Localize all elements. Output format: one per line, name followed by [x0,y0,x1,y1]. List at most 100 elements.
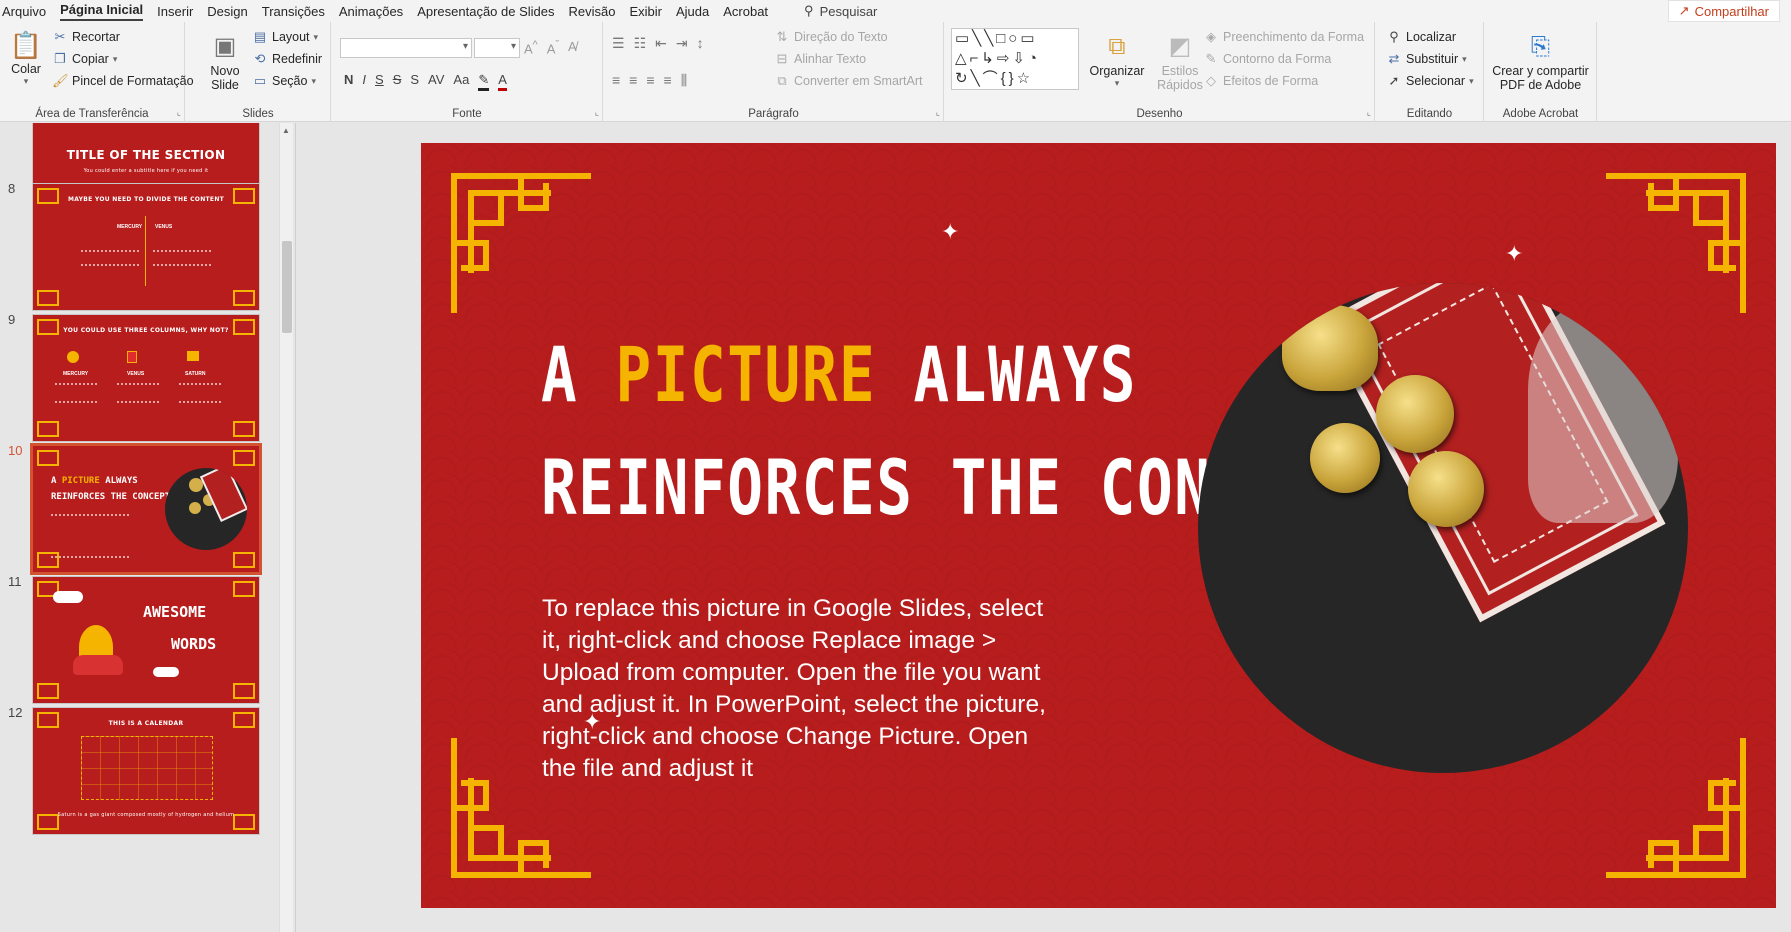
shape-outline-label: Contorno da Forma [1223,52,1332,66]
replace-button[interactable]: ⇄ Substituir ▾ [1386,51,1467,67]
shapes-gallery[interactable]: ▭╲╲□○▭ △⌐↳⇨⇩◔ ↻╲⌒{}☆ [951,28,1079,90]
tab-acrobat[interactable]: Acrobat [723,4,782,19]
text-placeholder [117,383,159,403]
dialog-launcher-icon[interactable]: ⌞ [936,107,940,118]
group-font: A^ Aˇ A̸ N I S S S AV Aa ✎ A Fonte ⌞ [332,22,603,122]
bullets-icon[interactable]: ☰ [612,35,625,52]
strikethrough-button[interactable]: S [393,72,402,91]
case-button[interactable]: Aa [453,72,469,91]
reset-button[interactable]: ⟲ Redefinir [252,51,322,67]
thumbnail-title: TITLE OF THE SECTION [66,148,226,162]
tab-transicoes[interactable]: Transições [262,4,339,19]
slide-thumbnail-9[interactable]: YOU COULD USE THREE COLUMNS, WHY NOT? ME… [32,314,260,442]
slide-thumbnail-11[interactable]: AWESOME WORDS [32,576,260,704]
align-text-button[interactable]: ⊟ Alinhar Texto [774,51,867,67]
slide-picture[interactable] [1198,283,1688,773]
smartart-button[interactable]: ⧉ Converter em SmartArt [774,73,922,89]
slide-thumbnail-8[interactable]: MAYBE YOU NEED TO DIVIDE THE CONTENT MER… [32,183,260,311]
spacing-button[interactable]: AV [428,72,444,91]
copy-button[interactable]: ❐ Copiar ▾ [52,51,117,67]
tab-revisao[interactable]: Revisão [569,4,630,19]
dialog-launcher-icon[interactable]: ⌞ [1367,107,1371,118]
ribbon: 📋 Colar ▾ ✂ Recortar ❐ Copiar ▾ 🖌 Pincel de … [0,22,1791,122]
corner-ornament-top-left [451,173,591,313]
group-paragraph: ☰ ☷ ⇤ ⇥ ↕ ≡ ≡ ≡ ≡ ⫼ ⇅ Direção do Texto ⊟ A… [604,22,944,122]
search-box[interactable]: ⚲ Pesquisar [804,3,877,19]
font-format-tools: N I S S S AV Aa ✎ A [344,72,507,91]
increase-indent-icon[interactable]: ⇥ [676,35,688,52]
text-direction-button[interactable]: ⇅ Direção do Texto [774,29,888,45]
align-center-icon[interactable]: ≡ [629,72,637,89]
decrease-indent-icon[interactable]: ⇤ [655,35,667,52]
new-slide-button[interactable]: ▣ Novo Slide [208,30,242,92]
shape-outline-button[interactable]: ✎ Contorno da Forma [1203,51,1332,67]
select-button[interactable]: ➚ Selecionar ▾ [1386,73,1474,89]
brush-icon: 🖌 [52,73,69,88]
sparkle-icon: ✦ [1505,241,1524,266]
tab-pagina-inicial[interactable]: Página Inicial [60,2,144,21]
tab-animacoes[interactable]: Animações [339,4,417,19]
slide-thumbnails-pane[interactable]: TITLE OF THE SECTION You could enter a s… [0,123,296,932]
clipboard-icon: 📋 [9,30,43,60]
highlight-icon[interactable]: ✎ [478,72,490,91]
shape-fill-button[interactable]: ◈ Preenchimento da Forma [1203,29,1364,45]
scroll-up-arrow-icon[interactable]: ▲ [282,126,290,135]
align-left-icon[interactable]: ≡ [612,72,620,89]
share-button[interactable]: ↗ Compartilhar [1667,0,1780,22]
dialog-launcher-icon[interactable]: ⌞ [595,107,599,118]
create-pdf-button[interactable]: ⎘ Crear y compartir PDF de Adobe [1485,30,1596,92]
cursor-icon: ➚ [1388,73,1400,88]
paste-button[interactable]: 📋 Colar ▾ [6,28,46,87]
slide-canvas[interactable]: ✦ ✦ ✦ ✦ A PICTURE ALWAYS REINFORCES THE … [421,143,1776,908]
layout-button[interactable]: ▤ Layout ▾ [252,29,318,45]
underline-button[interactable]: S [375,72,384,91]
grow-font-icon[interactable]: A^ [524,39,538,56]
columns-icon[interactable]: ⫼ [681,72,687,89]
numbering-icon[interactable]: ☷ [634,35,647,52]
gold-coin [1310,423,1380,493]
thumbnail-scrollbar[interactable]: ▲ [279,123,293,932]
slide-body-text[interactable]: To replace this picture in Google Slides… [542,593,1062,785]
shape-row-2: △⌐↳⇨⇩◔ [955,50,1041,67]
font-color-icon[interactable]: A [498,72,507,91]
slide-thumbnail-10[interactable]: A PICTURE ALWAYS REINFORCES THE CONCEPT [30,443,262,575]
thumbnail-footer: Saturn is a gas giant composed mostly of… [57,812,235,818]
italic-button[interactable]: I [362,72,366,91]
find-button[interactable]: ⚲ Localizar [1386,29,1456,45]
shadow-button[interactable]: S [410,72,419,91]
paste-label: Colar [11,62,41,76]
pdf-share-icon: ⎘ [1530,33,1551,60]
search-icon: ⚲ [804,3,814,18]
align-right-icon[interactable]: ≡ [646,72,654,89]
section-button[interactable]: ▭ Seção ▾ [252,73,316,89]
tab-design[interactable]: Design [207,4,261,19]
bold-button[interactable]: N [344,72,353,91]
frame-ornament [37,421,59,437]
font-name-combo[interactable] [340,38,472,58]
thumbnail-col-label: SATURN [185,371,206,377]
font-size-combo[interactable] [474,38,520,58]
shrink-font-icon[interactable]: Aˇ [547,39,559,56]
slide-title-line1[interactable]: A PICTURE ALWAYS [541,330,1137,419]
tab-ajuda[interactable]: Ajuda [676,4,723,19]
slide-thumbnail-12[interactable]: THIS IS A CALENDAR Saturn is a gas giant… [32,707,260,835]
tab-arquivo[interactable]: Arquivo [2,4,60,19]
tab-exibir[interactable]: Exibir [629,4,676,19]
scrollbar-thumb[interactable] [282,241,292,333]
dialog-launcher-icon[interactable]: ⌞ [177,107,181,118]
cut-button[interactable]: ✂ Recortar [52,29,120,45]
tab-apresentacao[interactable]: Apresentação de Slides [417,4,568,19]
justify-icon[interactable]: ≡ [664,72,672,89]
frame-ornament [233,290,255,306]
shape-effects-button[interactable]: ◇ Efeitos de Forma [1203,73,1318,89]
chevron-down-icon: ▾ [23,76,29,86]
slide-editor: ✦ ✦ ✦ ✦ A PICTURE ALWAYS REINFORCES THE … [297,123,1791,932]
format-painter-button[interactable]: 🖌 Pincel de Formatação [52,73,194,89]
clear-format-icon[interactable]: A̸ [568,39,577,56]
shape-row-1: ▭╲╲□○▭ [955,30,1038,47]
align-text-label: Alinhar Texto [794,52,867,66]
tab-inserir[interactable]: Inserir [157,4,207,19]
quick-styles-button[interactable]: ◩ Estilos Rápidos [1153,30,1207,92]
line-spacing-icon[interactable]: ↕ [697,35,704,52]
arrange-button[interactable]: ⧉ Organizar ▾ [1087,30,1147,89]
